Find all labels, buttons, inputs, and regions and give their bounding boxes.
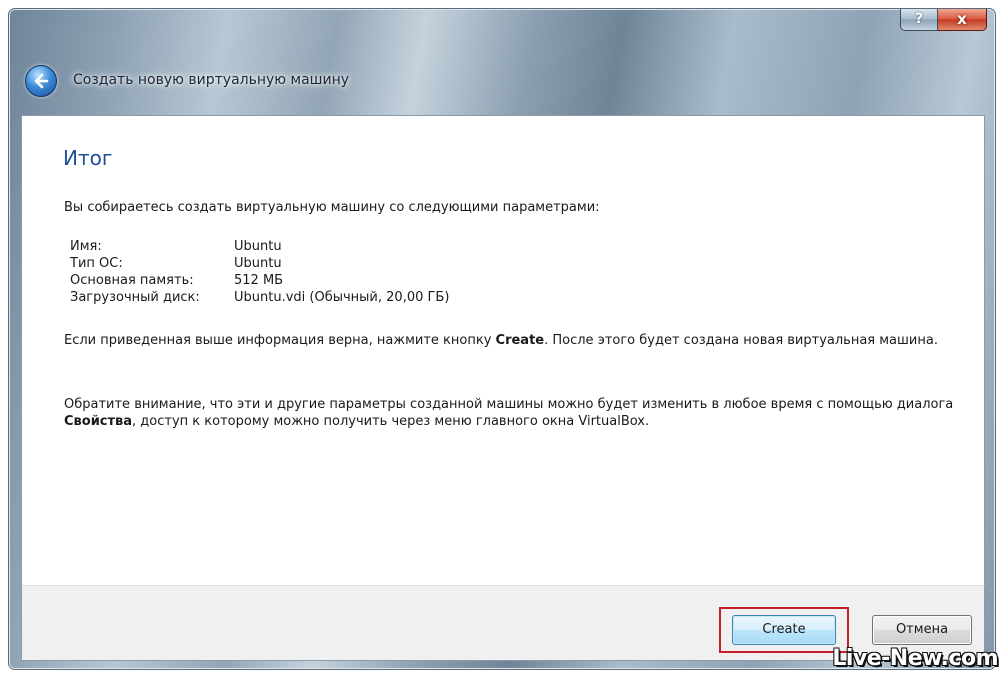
note-paragraph: Обратите внимание, что эти и другие пара… bbox=[64, 396, 984, 430]
parameter-value: Ubuntu bbox=[234, 256, 282, 271]
create-button[interactable]: Create bbox=[732, 615, 836, 645]
help-button[interactable]: ? bbox=[900, 9, 938, 31]
instruction-text-end: . После этого будет создана новая виртуа… bbox=[544, 333, 938, 348]
title-bar: ? x Создать новую виртуальную машину bbox=[9, 9, 995, 115]
parameter-row-memory: Основная память: 512 МБ bbox=[70, 272, 449, 289]
window-controls: ? x bbox=[900, 9, 987, 31]
parameter-row-name: Имя: Ubuntu bbox=[70, 238, 449, 255]
parameters-table: Имя: Ubuntu Тип ОС: Ubuntu Основная памя… bbox=[70, 238, 449, 306]
note-text-start: Обратите внимание, что эти и другие пара… bbox=[64, 397, 954, 412]
content-panel: Итог Вы собираетесь создать виртуальную … bbox=[21, 115, 985, 586]
parameter-label: Основная память: bbox=[70, 273, 194, 288]
parameter-value: Ubuntu.vdi (Обычный, 20,00 ГБ) bbox=[234, 290, 450, 305]
parameter-value: 512 МБ bbox=[234, 273, 284, 288]
back-button[interactable] bbox=[25, 65, 57, 97]
instruction-paragraph: Если приведенная выше информация верна, … bbox=[64, 332, 984, 349]
parameter-row-boot-disk: Загрузочный диск: Ubuntu.vdi (Обычный, 2… bbox=[70, 289, 449, 306]
window-title: Создать новую виртуальную машину bbox=[73, 72, 350, 88]
wizard-window: ? x Создать новую виртуальную машину Ито… bbox=[8, 8, 996, 670]
cancel-button[interactable]: Отмена bbox=[872, 615, 972, 645]
watermark: Live-New.com bbox=[832, 646, 998, 671]
parameter-label: Имя: bbox=[70, 239, 102, 254]
properties-keyword: Свойства bbox=[64, 414, 133, 429]
instruction-text-start: Если приведенная выше информация верна, … bbox=[64, 333, 496, 348]
parameter-label: Загрузочный диск: bbox=[70, 290, 200, 305]
create-keyword: Create bbox=[495, 333, 545, 348]
arrow-left-icon bbox=[34, 73, 49, 89]
page-title: Итог bbox=[63, 146, 113, 170]
note-text-end: , доступ к которому можно получить через… bbox=[132, 414, 650, 429]
parameter-value: Ubuntu bbox=[234, 239, 282, 254]
parameter-label: Тип ОС: bbox=[70, 256, 123, 271]
parameter-row-os-type: Тип ОС: Ubuntu bbox=[70, 255, 449, 272]
intro-text: Вы собираетесь создать виртуальную машин… bbox=[64, 200, 600, 215]
close-button[interactable]: x bbox=[938, 9, 987, 31]
